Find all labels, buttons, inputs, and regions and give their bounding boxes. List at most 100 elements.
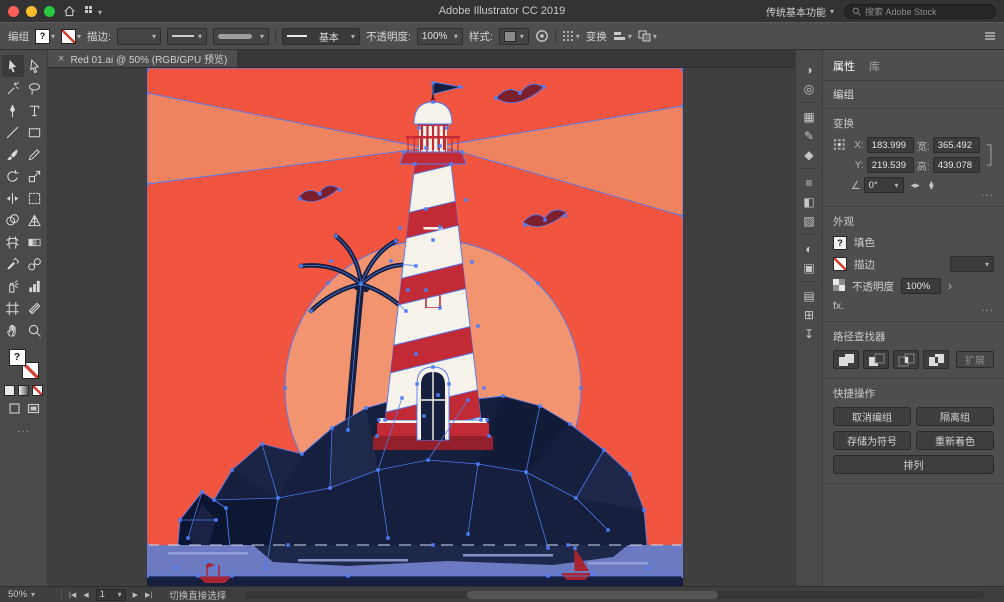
- zoom-tool[interactable]: [24, 319, 46, 341]
- horizontal-scrollbar[interactable]: [245, 591, 984, 599]
- layers-panel-icon[interactable]: ▤: [798, 286, 820, 305]
- magic-wand-tool[interactable]: [2, 77, 24, 99]
- flip-horizontal-button[interactable]: [911, 180, 920, 191]
- brush-definition-dropdown[interactable]: [213, 28, 269, 45]
- pencil-tool[interactable]: [24, 143, 46, 165]
- previous-artboard-button[interactable]: [83, 591, 88, 599]
- close-button[interactable]: [8, 6, 19, 17]
- blend-tool[interactable]: [24, 253, 46, 275]
- flip-vertical-button[interactable]: [926, 180, 937, 189]
- draw-mode-icon[interactable]: [8, 402, 21, 420]
- expand-button[interactable]: 扩展: [956, 351, 994, 368]
- color-button[interactable]: [4, 385, 15, 396]
- last-artboard-button[interactable]: [145, 591, 152, 599]
- gradient-panel-icon[interactable]: ◧: [798, 192, 820, 211]
- opacity-chevron-icon[interactable]: [948, 279, 952, 293]
- app-grid-icon[interactable]: [84, 2, 102, 20]
- appearance-panel-icon[interactable]: ◐: [798, 239, 820, 258]
- hand-tool[interactable]: [2, 319, 24, 341]
- artboard-number-field[interactable]: 1: [96, 589, 126, 601]
- tab-libraries[interactable]: 库: [869, 58, 880, 74]
- selection-tool[interactable]: [2, 55, 24, 77]
- appearance-more-icon[interactable]: [981, 305, 994, 316]
- stock-search-input[interactable]: 搜索 Adobe Stock: [844, 4, 996, 19]
- tab-properties[interactable]: 属性: [833, 58, 855, 74]
- recolor-artwork-icon[interactable]: [535, 29, 549, 43]
- pathfinder-minus-front-button[interactable]: [863, 350, 889, 369]
- color-panel-icon[interactable]: ◑: [798, 60, 820, 79]
- artwork[interactable]: [48, 68, 795, 586]
- fill-swatch[interactable]: ?: [35, 29, 50, 44]
- ungroup-button[interactable]: 取消编组: [833, 407, 911, 426]
- perspective-grid-tool[interactable]: [24, 209, 46, 231]
- gradient-tool[interactable]: [24, 231, 46, 253]
- transparency-panel-icon[interactable]: ▨: [798, 211, 820, 230]
- rectangle-tool[interactable]: [24, 121, 46, 143]
- fx-button[interactable]: fx.: [833, 300, 994, 312]
- scale-tool[interactable]: [24, 165, 46, 187]
- shape-builder-tool[interactable]: [2, 209, 24, 231]
- arrange-options-icon[interactable]: [638, 30, 657, 42]
- width-tool[interactable]: [2, 187, 24, 209]
- artboards-panel-icon[interactable]: ⊞: [798, 305, 820, 324]
- fullscreen-button[interactable]: [44, 6, 55, 17]
- graphic-styles-panel-icon[interactable]: ▣: [798, 258, 820, 277]
- symbol-sprayer-tool[interactable]: [2, 275, 24, 297]
- eyedropper-tool[interactable]: [2, 253, 24, 275]
- x-position-field[interactable]: 183.999: [867, 137, 914, 153]
- lasso-tool[interactable]: [24, 77, 46, 99]
- pathfinder-exclude-button[interactable]: [923, 350, 949, 369]
- type-tool[interactable]: [24, 99, 46, 121]
- y-position-field[interactable]: 219.539: [867, 157, 914, 173]
- brushes-panel-icon[interactable]: ✎: [798, 126, 820, 145]
- transform-more-icon[interactable]: [981, 190, 994, 201]
- width-profile-dropdown[interactable]: [167, 28, 207, 45]
- symbols-panel-icon[interactable]: ◆: [798, 145, 820, 164]
- slice-tool[interactable]: [24, 297, 46, 319]
- panel-opacity-field[interactable]: 100%: [901, 278, 941, 294]
- close-tab-icon[interactable]: [58, 53, 64, 65]
- minimize-button[interactable]: [26, 6, 37, 17]
- stroke-weight-dropdown[interactable]: [117, 28, 161, 45]
- screen-mode-icon[interactable]: [27, 402, 40, 420]
- rotation-dropdown[interactable]: 0°: [864, 177, 904, 193]
- paintbrush-tool[interactable]: [2, 143, 24, 165]
- column-graph-tool[interactable]: [24, 275, 46, 297]
- transform-link[interactable]: 变换: [586, 29, 607, 44]
- direct-selection-tool[interactable]: [24, 55, 46, 77]
- workspace-switcher[interactable]: 传统基本功能: [766, 4, 834, 19]
- document-tab[interactable]: Red 01.ai @ 50% (RGB/GPU 预览): [48, 50, 237, 67]
- rotate-tool[interactable]: [2, 165, 24, 187]
- free-transform-tool[interactable]: [24, 187, 46, 209]
- none-button[interactable]: [32, 385, 43, 396]
- scrollbar-thumb[interactable]: [467, 591, 718, 599]
- pathfinder-unite-button[interactable]: [833, 350, 859, 369]
- save-as-symbol-button[interactable]: 存储为符号: [833, 431, 911, 450]
- stroke-swatch[interactable]: [61, 29, 76, 44]
- zoom-level-dropdown[interactable]: 50%: [8, 589, 54, 600]
- swatches-panel-icon[interactable]: ▦: [798, 107, 820, 126]
- panel-stroke-swatch[interactable]: [833, 257, 847, 271]
- graphic-style-dropdown[interactable]: 基本: [282, 28, 360, 45]
- fill-color-well[interactable]: ?: [9, 349, 26, 366]
- height-field[interactable]: 439.078: [933, 157, 980, 173]
- arrange-button[interactable]: 排列: [833, 455, 994, 474]
- grid-snap-icon[interactable]: [562, 30, 580, 42]
- pathfinder-intersect-button[interactable]: [893, 350, 919, 369]
- pen-tool[interactable]: [2, 99, 24, 121]
- panel-stroke-weight-dropdown[interactable]: [950, 256, 994, 272]
- stroke-color-control[interactable]: [61, 29, 81, 44]
- opacity-dropdown[interactable]: 100%: [417, 28, 463, 45]
- panel-menu-icon[interactable]: [984, 31, 996, 41]
- next-artboard-button[interactable]: [133, 591, 138, 599]
- width-field[interactable]: 365.492: [933, 137, 980, 153]
- first-artboard-button[interactable]: [69, 591, 76, 599]
- style-dropdown[interactable]: [499, 28, 529, 45]
- toolbar-more-icon[interactable]: [17, 426, 30, 437]
- asset-export-panel-icon[interactable]: ↧: [798, 324, 820, 343]
- gradient-button[interactable]: [18, 385, 29, 396]
- artboard-tool[interactable]: [2, 297, 24, 319]
- isolate-group-button[interactable]: 隔离组: [916, 407, 994, 426]
- align-options-icon[interactable]: [613, 30, 632, 42]
- constrain-proportions-icon[interactable]: [985, 137, 994, 173]
